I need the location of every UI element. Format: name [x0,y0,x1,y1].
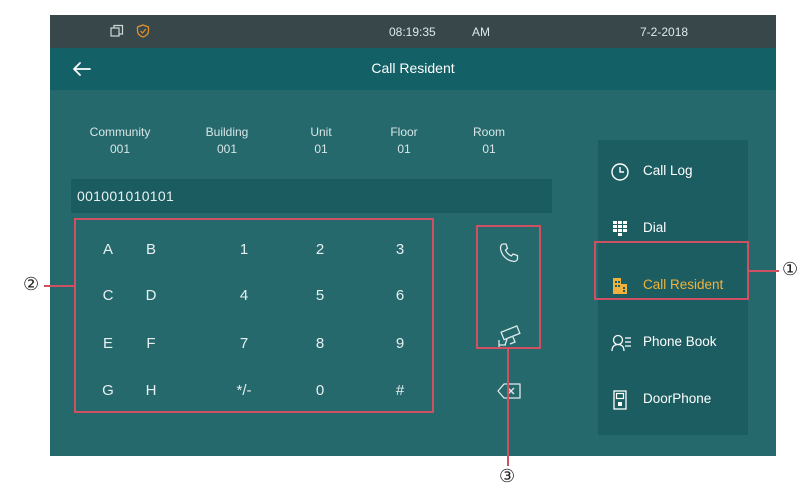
shield-icon [136,24,150,38]
clock-icon [611,163,629,181]
address-floor: Floor 01 [359,124,449,158]
menu-item-doorphone[interactable]: DoorPhone [598,374,748,426]
contacts-icon [611,334,631,352]
menu-item-label: DoorPhone [643,391,712,406]
address-value: 001 [109,142,131,156]
callout-line-3 [507,349,509,466]
keypad-icon [613,221,627,236]
title-bar: Call Resident [50,48,776,90]
status-date: 7-2-2018 [640,25,689,39]
address-value: 01 [482,142,496,156]
address-community: Community 001 [75,124,165,158]
callout-box-1 [594,241,749,300]
status-ampm: AM [472,25,490,39]
callout-number-1: ① [782,259,799,280]
menu-item-label: Call Log [643,163,693,178]
callout-number-3: ③ [499,466,516,487]
backspace-button[interactable] [486,371,532,411]
window-restore-icon [110,24,124,37]
address-label: Floor [390,125,418,139]
status-bar: 08:19:35 AM 7-2-2018 [50,15,776,48]
address-room: Room 01 [444,124,534,158]
callout-number-2: ② [23,274,40,295]
callout-box-2 [74,218,434,413]
address-label: Unit [310,125,332,139]
menu-item-label: Phone Book [643,334,717,349]
address-label: Building [205,125,249,139]
menu-item-phone-book[interactable]: Phone Book [598,317,748,369]
address-label: Room [472,125,505,139]
callout-box-3 [476,225,541,349]
status-time: 08:19:35 [389,25,436,39]
address-value: 001 [216,142,238,156]
menu-item-call-log[interactable]: Call Log [598,146,748,198]
number-input[interactable]: 001001010101 [71,179,552,213]
backspace-icon [497,383,521,399]
doorphone-icon [613,390,627,410]
address-building: Building 001 [182,124,272,158]
address-value: 01 [314,142,328,156]
page-title: Call Resident [371,60,455,76]
address-label: Community [89,125,151,139]
address-unit: Unit 01 [276,124,366,158]
callout-line-1 [749,270,779,272]
callout-line-2 [44,285,74,287]
menu-item-label: Dial [643,220,667,235]
address-value: 01 [397,142,411,156]
